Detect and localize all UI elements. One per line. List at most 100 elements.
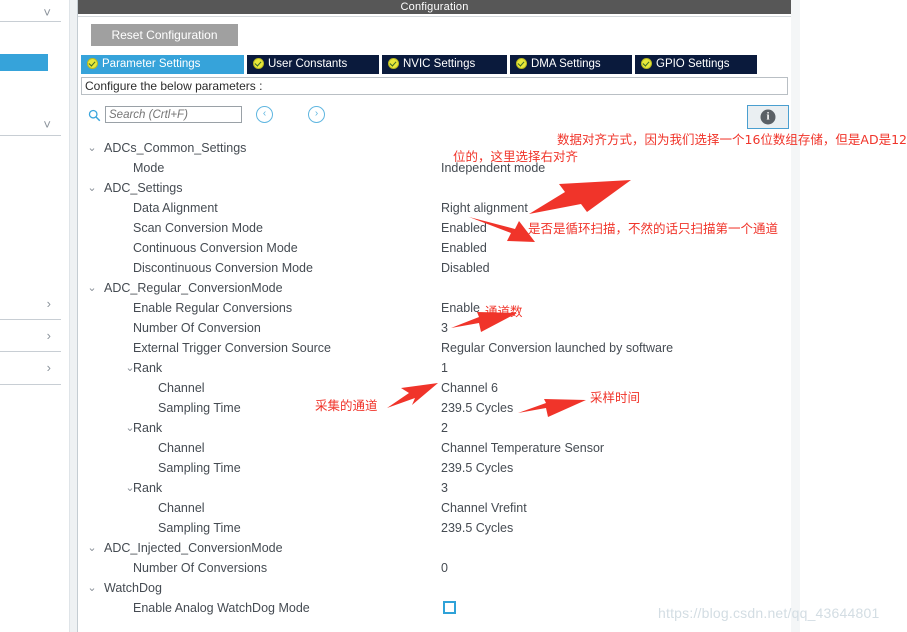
tab-strip: Parameter Settings User Constants NVIC S…: [78, 55, 791, 74]
annotation-sampled-channel: 采集的通道: [315, 398, 378, 413]
info-button[interactable]: i: [747, 105, 789, 129]
annotation-data-alignment: 数据对齐方式，因为我们选择一个16位数组存储，但是AD是12 位的，这里选择右对…: [453, 131, 907, 165]
tree-row-value[interactable]: Channel Temperature Sensor: [441, 438, 604, 458]
rail-panel-3[interactable]: ›: [0, 288, 61, 320]
annotation-line-1: 数据对齐方式，因为我们选择一个16位数组存储，但是AD是12: [557, 132, 907, 147]
tree-row-label: ADC_Injected_ConversionMode: [104, 541, 283, 555]
tree-row[interactable]: Sampling Time 239.5 Cycles: [78, 518, 791, 538]
tree-row[interactable]: Number Of Conversion 3: [78, 318, 791, 338]
configure-hint-bar: Configure the below parameters :: [81, 77, 788, 95]
tree-row[interactable]: Continuous Conversion Mode Enabled: [78, 238, 791, 258]
tree-row-label: Rank: [133, 421, 163, 435]
watermark-text: https://blog.csdn.net/qq_43644801: [658, 605, 880, 621]
tree-row-value[interactable]: 239.5 Cycles: [441, 518, 513, 538]
right-blank-pane: [800, 0, 907, 632]
tab-gpio-settings[interactable]: GPIO Settings: [635, 55, 757, 74]
tree-row-label: Sampling Time: [158, 461, 241, 475]
navigate-forward-button[interactable]: ›: [308, 106, 325, 123]
search-toolbar: ‹ › i: [78, 104, 791, 132]
arrow-to-data-alignment: [529, 180, 631, 214]
tree-row-value[interactable]: Regular Conversion launched by software: [441, 338, 673, 358]
tree-row[interactable]: ⌄ Rank 1: [78, 358, 791, 378]
check-circle-icon: [641, 58, 652, 69]
arrow-to-sampling-time: [518, 399, 586, 417]
screen-root: ˅ ˅ › › › Configuration Reset Configurat…: [0, 0, 907, 632]
rail-panel-4[interactable]: ›: [0, 320, 61, 352]
tree-row-label: Sampling Time: [158, 521, 241, 535]
tree-row-label: Enable Regular Conversions: [133, 301, 293, 315]
annotation-sampling-time: 采样时间: [590, 390, 641, 405]
tree-row-value[interactable]: 3: [441, 318, 448, 338]
chevron-right-icon: ›: [46, 296, 51, 311]
chevron-down-icon[interactable]: ⌄: [86, 538, 98, 558]
chevron-down-icon[interactable]: ⌄: [86, 138, 98, 158]
tab-label: GPIO Settings: [656, 58, 730, 70]
tree-row-value[interactable]: Disabled: [441, 258, 490, 278]
tree-row-label: Number Of Conversions: [133, 561, 268, 575]
configuration-window: Configuration Reset Configuration Parame…: [78, 0, 791, 632]
tree-row-value[interactable]: 2: [441, 418, 448, 438]
sidebar-splitter[interactable]: [69, 0, 78, 632]
tree-row[interactable]: ⌄ Rank 3: [78, 478, 791, 498]
tree-row-value[interactable]: 1: [441, 358, 448, 378]
tree-row[interactable]: External Trigger Conversion Source Regula…: [78, 338, 791, 358]
rail-panel-5[interactable]: ›: [0, 352, 61, 385]
check-circle-icon: [253, 58, 264, 69]
tree-row-label: External Trigger Conversion Source: [133, 341, 332, 355]
chevron-down-icon[interactable]: ⌄: [86, 578, 98, 598]
tree-row-value[interactable]: Channel 6: [441, 378, 498, 398]
search-input[interactable]: [105, 106, 242, 123]
tab-label: NVIC Settings: [403, 58, 476, 70]
tree-row-label: Continuous Conversion Mode: [133, 241, 298, 255]
enable-analog-watchdog-checkbox[interactable]: [443, 601, 456, 614]
tree-row[interactable]: Sampling Time 239.5 Cycles: [78, 458, 791, 478]
rail-selected-indicator[interactable]: [0, 54, 48, 71]
search-icon: [88, 109, 101, 122]
tree-row-value[interactable]: Channel Vrefint: [441, 498, 527, 518]
vertical-scrollbar-track[interactable]: [791, 0, 800, 632]
tree-row[interactable]: Discontinuous Conversion Mode Disabled: [78, 258, 791, 278]
tree-row[interactable]: ⌄ WatchDog: [78, 578, 791, 598]
tree-row-label: Sampling Time: [158, 401, 241, 415]
arrow-to-scan-mode: [469, 217, 535, 242]
tree-row-label: Channel: [158, 501, 205, 515]
rail-panel-2[interactable]: ˅: [0, 112, 61, 136]
arrow-to-number-of-conversion: [451, 312, 517, 332]
tree-row[interactable]: ⌄ ADC_Injected_ConversionMode: [78, 538, 791, 558]
annotation-scan-mode: 是否是循环扫描，不然的话只扫描第一个通道: [528, 221, 779, 236]
chevron-down-icon[interactable]: ⌄: [86, 278, 98, 298]
check-circle-icon: [388, 58, 399, 69]
tree-row-label: Rank: [133, 361, 163, 375]
tree-row-label: Rank: [133, 481, 163, 495]
reset-configuration-button[interactable]: Reset Configuration: [91, 24, 238, 46]
chevron-down-icon[interactable]: ⌄: [86, 178, 98, 198]
annotation-line-2: 位的，这里选择右对齐: [453, 149, 579, 164]
title-underline: [78, 14, 791, 17]
tree-row[interactable]: ⌄ ADC_Regular_ConversionMode: [78, 278, 791, 298]
tree-row[interactable]: ⌄ Rank 2: [78, 418, 791, 438]
tree-row[interactable]: Number Of Conversions 0: [78, 558, 791, 578]
tree-row-label: Channel: [158, 441, 205, 455]
tab-nvic-settings[interactable]: NVIC Settings: [382, 55, 507, 74]
check-circle-icon: [87, 58, 98, 69]
tree-row-value[interactable]: 0: [441, 558, 448, 578]
tree-row-value[interactable]: 3: [441, 478, 448, 498]
navigate-back-button[interactable]: ‹: [256, 106, 273, 123]
tree-row-value[interactable]: 239.5 Cycles: [441, 458, 513, 478]
tree-row-label: ADC_Regular_ConversionMode: [104, 281, 283, 295]
tree-row[interactable]: Channel Channel Temperature Sensor: [78, 438, 791, 458]
tab-user-constants[interactable]: User Constants: [247, 55, 379, 74]
rail-panel-1[interactable]: ˅: [0, 0, 61, 22]
tree-row[interactable]: Data Alignment Right alignment: [78, 198, 791, 218]
tree-row[interactable]: ⌄ ADC_Settings: [78, 178, 791, 198]
left-sidebar-rail: ˅ ˅ › › ›: [0, 0, 69, 632]
tree-row-value[interactable]: 239.5 Cycles: [441, 398, 513, 418]
tree-row[interactable]: Channel Channel Vrefint: [78, 498, 791, 518]
tree-row[interactable]: Enable Regular Conversions Enable: [78, 298, 791, 318]
tab-parameter-settings[interactable]: Parameter Settings: [81, 55, 244, 74]
tree-row-label: Scan Conversion Mode: [133, 221, 263, 235]
tab-label: Parameter Settings: [102, 58, 201, 70]
tab-dma-settings[interactable]: DMA Settings: [510, 55, 632, 74]
tree-row-label: Number Of Conversion: [133, 321, 261, 335]
tree-row-label: WatchDog: [104, 581, 162, 595]
